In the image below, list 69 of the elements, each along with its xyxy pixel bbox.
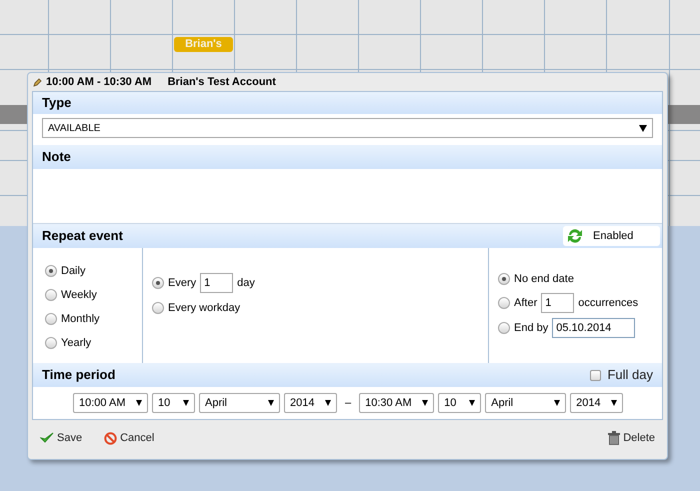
toggle-label: Enabled [593, 228, 634, 244]
checkbox-label: Full day [607, 366, 653, 384]
delete-button[interactable]: Delete [608, 430, 655, 446]
dropdown-arrow-icon [183, 400, 189, 406]
dropdown-arrow-icon [422, 400, 428, 406]
dropdown-value: 10 [158, 396, 170, 411]
radio-label: Every [168, 276, 196, 291]
dropdown[interactable]: April [485, 393, 566, 413]
radio-label: Yearly [61, 336, 92, 351]
section-title: Time period [42, 366, 116, 384]
dropdown[interactable]: 2014 [284, 393, 337, 413]
radio-button[interactable] [152, 302, 164, 314]
pencil-icon [33, 78, 42, 86]
separator: – [345, 396, 352, 411]
checkmark-icon [40, 432, 54, 444]
radio-button[interactable] [45, 313, 57, 325]
repeat-toggle[interactable]: Enabled [563, 226, 660, 246]
radio-button[interactable] [45, 337, 57, 349]
dropdown-arrow-icon [554, 400, 560, 406]
unit-label: day [237, 276, 255, 291]
dropdown[interactable]: April [199, 393, 280, 413]
radio-button[interactable] [152, 277, 164, 289]
dropdown-arrow-icon [136, 400, 142, 406]
radio-button[interactable] [498, 273, 510, 285]
cancel-button[interactable]: Cancel [104, 430, 154, 446]
dropdown-value: 10:00 AM [79, 396, 126, 411]
radio-label: After [514, 296, 538, 311]
radio-label: Weekly [61, 288, 97, 303]
account-name: Brian's Test Account [168, 74, 276, 90]
radio-label: Daily [61, 264, 86, 279]
trash-icon [608, 431, 620, 445]
dropdown-arrow-icon [639, 124, 647, 132]
input-field[interactable]: 1 [541, 293, 574, 313]
radio-label: Every workday [168, 300, 240, 316]
dropdown[interactable]: 10:00 AM [73, 393, 148, 413]
dropdown-arrow-icon [268, 400, 274, 406]
dropdown[interactable]: 2014 [570, 393, 624, 413]
dropdown-value: 2014 [576, 396, 601, 411]
radio-button[interactable] [498, 297, 510, 309]
dropdown-arrow-icon [611, 400, 618, 406]
dropdown[interactable]: 10:30 AM [359, 393, 434, 413]
refresh-icon [567, 228, 583, 244]
dropdown-value: 10 [444, 396, 456, 411]
section-title: Type [42, 94, 72, 112]
input-field[interactable]: 1 [200, 273, 234, 293]
save-button[interactable]: Save [40, 430, 82, 446]
time-range: 10:00 AM - 10:30 AM [46, 74, 152, 90]
unit-label: occurrences [578, 296, 638, 311]
dropdown-value: April [205, 396, 228, 411]
radio-label: No end date [514, 272, 574, 287]
dropdown-arrow-icon [469, 400, 476, 406]
prohibited-icon [104, 432, 118, 444]
radio-button[interactable] [45, 289, 57, 301]
radio-button[interactable] [498, 322, 510, 334]
dropdown-value: 2014 [290, 396, 314, 411]
dropdown-value: 10:30 AM [365, 396, 412, 411]
radio-label: End by [514, 320, 548, 336]
input-field[interactable]: 05.10.2014 [552, 318, 636, 338]
section-title: Repeat event [42, 227, 123, 246]
dropdown-value: April [491, 396, 514, 411]
checkbox[interactable] [590, 370, 602, 380]
dropdown[interactable]: 10 [152, 393, 195, 413]
radio-button[interactable] [45, 265, 57, 277]
radio-label: Monthly [61, 312, 100, 327]
dropdown-value: AVAILABLE [48, 122, 100, 136]
dropdown-arrow-icon [325, 400, 331, 406]
section-title: Note [42, 148, 71, 166]
type-dropdown[interactable]: AVAILABLE [42, 118, 653, 138]
dropdown[interactable]: 10 [438, 393, 482, 413]
